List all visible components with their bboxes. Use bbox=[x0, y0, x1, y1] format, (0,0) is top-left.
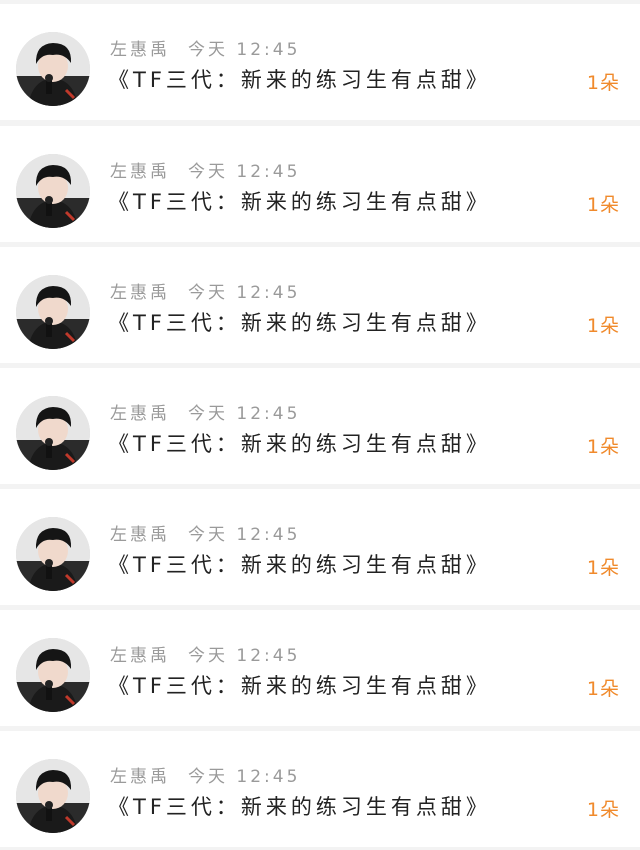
avatar-image bbox=[16, 759, 90, 833]
avatar[interactable] bbox=[16, 759, 90, 833]
avatar[interactable] bbox=[16, 396, 90, 470]
avatar-image bbox=[16, 154, 90, 228]
notification-meta: 左惠禹 今天 12:45 bbox=[110, 520, 300, 545]
notification-message[interactable]: 《TF三代：新来的练习生有点甜》 bbox=[108, 186, 491, 216]
timestamp: 今天 12:45 bbox=[188, 525, 301, 545]
notification-item[interactable]: 左惠禹 今天 12:45 《TF三代：新来的练习生有点甜》 1朵 bbox=[0, 489, 640, 605]
notification-message[interactable]: 《TF三代：新来的练习生有点甜》 bbox=[108, 428, 491, 458]
notification-item[interactable]: 左惠禹 今天 12:45 《TF三代：新来的练习生有点甜》 1朵 bbox=[0, 368, 640, 484]
sender-name[interactable]: 左惠禹 bbox=[110, 162, 170, 182]
avatar-image bbox=[16, 32, 90, 106]
gift-count: 1朵 bbox=[586, 194, 620, 216]
avatar-image bbox=[16, 517, 90, 591]
notification-message[interactable]: 《TF三代：新来的练习生有点甜》 bbox=[108, 307, 491, 337]
gift-count: 1朵 bbox=[586, 72, 620, 94]
sender-name[interactable]: 左惠禹 bbox=[110, 40, 170, 60]
notification-meta: 左惠禹 今天 12:45 bbox=[110, 762, 300, 787]
avatar-image bbox=[16, 396, 90, 470]
sender-name[interactable]: 左惠禹 bbox=[110, 525, 170, 545]
notification-item[interactable]: 左惠禹 今天 12:45 《TF三代：新来的练习生有点甜》 1朵 bbox=[0, 247, 640, 363]
notification-message[interactable]: 《TF三代：新来的练习生有点甜》 bbox=[108, 64, 491, 94]
notification-message[interactable]: 《TF三代：新来的练习生有点甜》 bbox=[108, 549, 491, 579]
timestamp: 今天 12:45 bbox=[188, 404, 301, 424]
notification-meta: 左惠禹 今天 12:45 bbox=[110, 157, 300, 182]
notification-item[interactable]: 左惠禹 今天 12:45 《TF三代：新来的练习生有点甜》 1朵 bbox=[0, 610, 640, 726]
sender-name[interactable]: 左惠禹 bbox=[110, 767, 170, 787]
avatar[interactable] bbox=[16, 638, 90, 712]
sender-name[interactable]: 左惠禹 bbox=[110, 404, 170, 424]
avatar-image bbox=[16, 275, 90, 349]
gift-count: 1朵 bbox=[586, 436, 620, 458]
gift-count: 1朵 bbox=[586, 557, 620, 579]
timestamp: 今天 12:45 bbox=[188, 40, 301, 60]
gift-count: 1朵 bbox=[586, 799, 620, 821]
avatar-image bbox=[16, 638, 90, 712]
notification-feed: 左惠禹 今天 12:45 《TF三代：新来的练习生有点甜》 1朵 左惠禹 今天 12… bbox=[0, 0, 640, 850]
notification-item[interactable]: 左惠禹 今天 12:45 《TF三代：新来的练习生有点甜》 1朵 bbox=[0, 126, 640, 242]
timestamp: 今天 12:45 bbox=[188, 646, 301, 666]
notification-message[interactable]: 《TF三代：新来的练习生有点甜》 bbox=[108, 670, 491, 700]
notification-item[interactable]: 左惠禹 今天 12:45 《TF三代：新来的练习生有点甜》 1朵 bbox=[0, 4, 640, 120]
sender-name[interactable]: 左惠禹 bbox=[110, 646, 170, 666]
notification-meta: 左惠禹 今天 12:45 bbox=[110, 35, 300, 60]
notification-meta: 左惠禹 今天 12:45 bbox=[110, 278, 300, 303]
gift-count: 1朵 bbox=[586, 678, 620, 700]
gift-count: 1朵 bbox=[586, 315, 620, 337]
sender-name[interactable]: 左惠禹 bbox=[110, 283, 170, 303]
timestamp: 今天 12:45 bbox=[188, 162, 301, 182]
avatar[interactable] bbox=[16, 275, 90, 349]
notification-meta: 左惠禹 今天 12:45 bbox=[110, 399, 300, 424]
avatar[interactable] bbox=[16, 154, 90, 228]
notification-message[interactable]: 《TF三代：新来的练习生有点甜》 bbox=[108, 791, 491, 821]
timestamp: 今天 12:45 bbox=[188, 283, 301, 303]
timestamp: 今天 12:45 bbox=[188, 767, 301, 787]
avatar[interactable] bbox=[16, 32, 90, 106]
avatar[interactable] bbox=[16, 517, 90, 591]
notification-item[interactable]: 左惠禹 今天 12:45 《TF三代：新来的练习生有点甜》 1朵 bbox=[0, 731, 640, 847]
notification-meta: 左惠禹 今天 12:45 bbox=[110, 641, 300, 666]
